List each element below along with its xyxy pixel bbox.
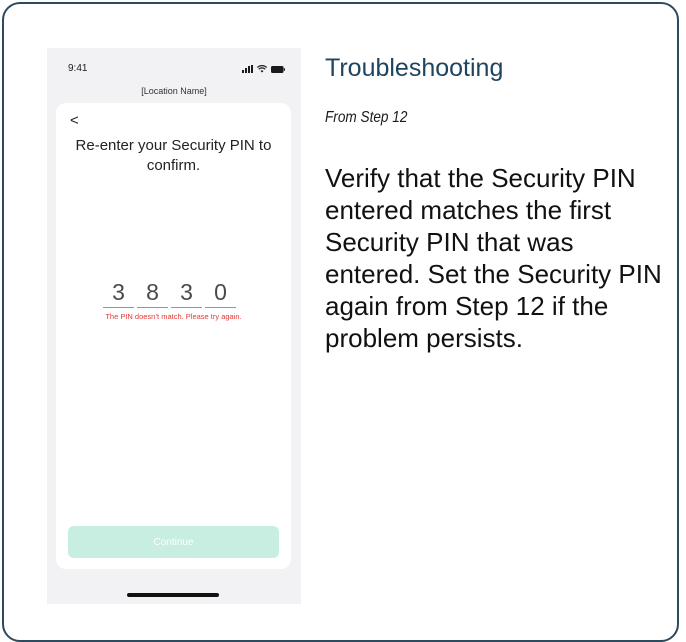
troubleshooting-title: Troubleshooting	[325, 54, 504, 82]
pin-error-message: The PIN doesn’t match. Please try again.	[105, 312, 242, 321]
status-time: 9:41	[68, 63, 88, 74]
wifi-icon	[257, 65, 267, 73]
status-icons	[242, 63, 285, 73]
troubleshooting-body: Verify that the Security PIN entered mat…	[325, 163, 662, 353]
back-button[interactable]: <	[70, 113, 79, 128]
home-indicator	[127, 593, 219, 597]
pin-digit[interactable]: 3	[171, 279, 202, 308]
battery-icon	[271, 66, 285, 73]
phone-screenshot: 9:41 [Location Name] < Re-enter your Sec…	[47, 48, 301, 604]
pin-title: Re-enter your Security PIN to confirm.	[75, 137, 272, 174]
troubleshooting-card: 9:41 [Location Name] < Re-enter your Sec…	[2, 2, 679, 642]
pin-digit[interactable]: 8	[137, 279, 168, 308]
location-name: [Location Name]	[141, 86, 207, 96]
pin-entry-sheet: < Re-enter your Security PIN to confirm.…	[56, 103, 291, 569]
status-bar: 9:41	[47, 48, 301, 78]
pin-digit[interactable]: 3	[103, 279, 134, 308]
step-reference: From Step 12	[325, 109, 408, 126]
pin-input[interactable]: 3 8 3 0	[103, 279, 236, 308]
pin-digit[interactable]: 0	[205, 279, 236, 308]
signal-icon	[242, 65, 253, 73]
continue-button[interactable]: Continue	[68, 526, 279, 558]
